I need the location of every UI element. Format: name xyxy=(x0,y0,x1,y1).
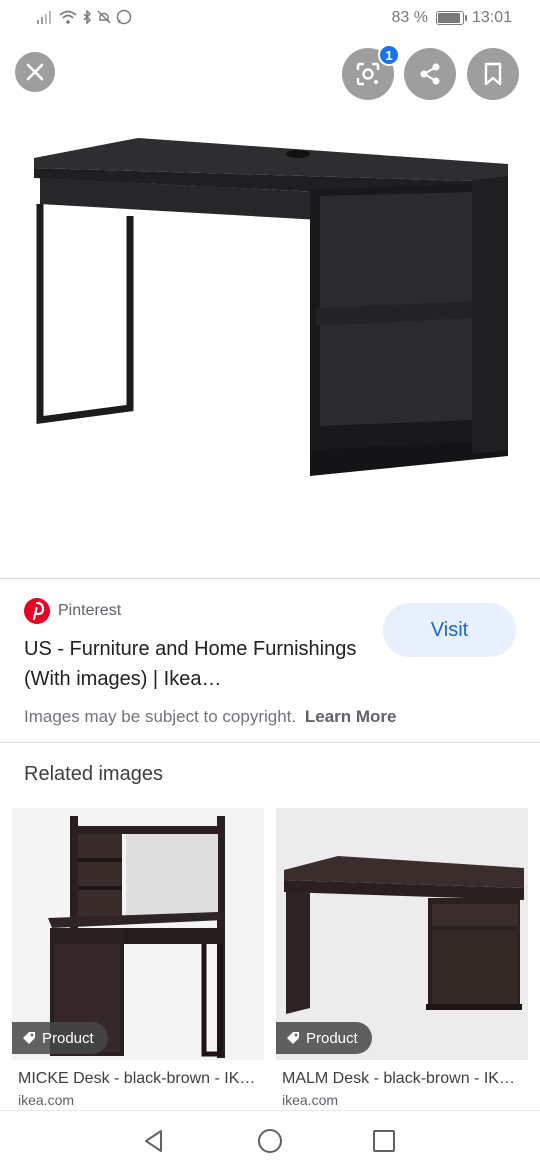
back-icon xyxy=(145,1130,162,1152)
signal-icon xyxy=(37,11,51,24)
status-icons xyxy=(36,9,132,25)
back-button[interactable] xyxy=(138,1125,170,1157)
mute-bell-icon xyxy=(97,10,111,24)
main-image[interactable] xyxy=(20,120,520,500)
related-image[interactable]: Product xyxy=(276,808,528,1060)
recents-button[interactable] xyxy=(368,1125,400,1157)
related-title[interactable]: MICKE Desk - black-brown - IK… xyxy=(12,1070,264,1088)
divider xyxy=(0,578,540,579)
divider xyxy=(0,742,540,743)
status-bar: 83 % 13:01 xyxy=(0,0,540,40)
learn-more-link[interactable]: Learn More xyxy=(305,707,397,726)
notification-badge: 1 xyxy=(378,44,400,66)
chip-label: Product xyxy=(306,1029,358,1047)
bluetooth-icon xyxy=(83,10,92,24)
visit-button[interactable]: Visit xyxy=(383,603,516,657)
clock: 13:01 xyxy=(471,9,512,26)
save-button[interactable] xyxy=(467,48,519,100)
share-icon xyxy=(420,63,440,85)
navigation-bar xyxy=(0,1110,540,1170)
related-title[interactable]: MALM Desk - black-brown - IK… xyxy=(276,1070,528,1088)
battery-fill xyxy=(437,13,460,23)
product-chip: Product xyxy=(12,1022,108,1054)
close-button[interactable] xyxy=(15,52,55,92)
lens-button[interactable]: 1 xyxy=(342,44,400,100)
bookmark-icon xyxy=(484,62,502,86)
related-domain: ikea.com xyxy=(18,1092,75,1108)
close-icon xyxy=(26,63,44,81)
related-domain: ikea.com xyxy=(282,1092,339,1108)
lens-icon xyxy=(356,62,380,86)
battery-percent: 83 % xyxy=(391,9,428,26)
related-heading: Related images xyxy=(24,763,163,785)
related-card[interactable]: Product MICKE Desk - black-brown - IK… i… xyxy=(12,808,264,1108)
copyright-text: Images may be subject to copyright. xyxy=(24,707,297,726)
tag-icon xyxy=(23,1032,35,1044)
related-card[interactable]: Product MALM Desk - black-brown - IK… ik… xyxy=(276,808,528,1108)
status-right: 83 % 13:01 xyxy=(391,9,512,27)
tag-icon xyxy=(287,1032,299,1044)
result-title[interactable]: US - Furniture and Home Furnishings (Wit… xyxy=(24,634,374,694)
source-row[interactable]: Pinterest xyxy=(24,598,121,624)
share-button[interactable] xyxy=(404,48,456,100)
source-name: Pinterest xyxy=(58,602,122,619)
home-icon xyxy=(258,1129,282,1153)
related-image[interactable]: Product xyxy=(12,808,264,1060)
recents-icon xyxy=(373,1130,395,1152)
battery-icon xyxy=(435,11,467,25)
chip-label: Product xyxy=(42,1029,94,1047)
whatsapp-icon xyxy=(116,9,132,25)
wifi-icon xyxy=(59,10,77,24)
home-button[interactable] xyxy=(254,1125,286,1157)
copyright-notice: Images may be subject to copyright. Lear… xyxy=(24,707,397,727)
pinterest-icon xyxy=(24,598,50,624)
product-chip: Product xyxy=(276,1022,372,1054)
